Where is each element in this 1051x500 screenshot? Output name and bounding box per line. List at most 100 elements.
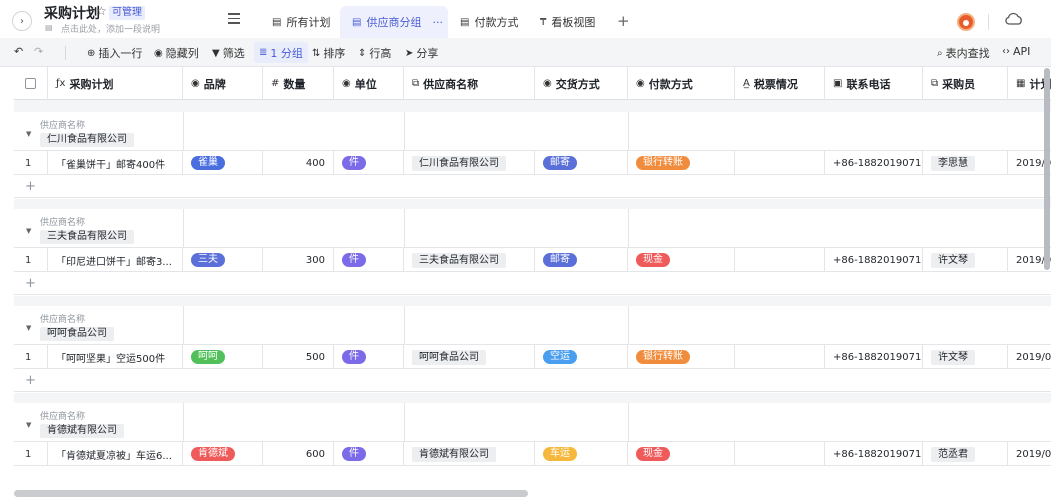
cell-buyer[interactable]: 李思慧 [923, 151, 1008, 175]
cell-buyer[interactable]: 范丞君 [923, 442, 1008, 466]
cell-supplier[interactable]: 肯德斌有限公司 [404, 442, 535, 466]
cell-plan[interactable]: 「肯德斌夏凉被」车运6... [48, 442, 183, 466]
cell-tax[interactable] [735, 345, 825, 369]
redo-icon[interactable]: ↷ [34, 45, 43, 58]
column-header-tax[interactable]: A̲ 税票情况 [735, 67, 825, 100]
horizontal-scrollbar[interactable] [14, 490, 528, 497]
add-row-button[interactable]: + [14, 175, 1051, 198]
sort-button[interactable]: ⇅ 排序 [312, 45, 345, 61]
api-button[interactable]: ‹› API [1002, 45, 1030, 58]
caret-down-icon[interactable]: ▼ [26, 227, 31, 235]
group-header[interactable]: ▼ 供应商名称 三夫食品有限公司 [14, 209, 1051, 248]
add-row-button[interactable]: + [14, 369, 1051, 392]
cell-date[interactable]: 2019/05 [1008, 442, 1051, 466]
row-height-button[interactable]: ⇕ 行高 [358, 45, 391, 61]
column-header-unit[interactable]: ◉ 单位 [334, 67, 404, 100]
cell-brand[interactable]: 三夫 [183, 248, 263, 272]
cell-plan[interactable]: 「呵呵坚果」空运500件 [48, 345, 183, 369]
column-header-qty[interactable]: # 数量 [263, 67, 334, 100]
delivery-tag: 邮寄 [543, 253, 577, 267]
cell-unit[interactable]: 件 [334, 248, 404, 272]
cell-phone[interactable]: +86-18820190712 [825, 248, 923, 272]
menu-icon[interactable] [228, 13, 240, 24]
add-view-button[interactable]: + [617, 12, 630, 30]
hidden-columns-button[interactable]: ◉ 隐藏列 [154, 45, 199, 61]
column-header-brand[interactable]: ◉ 品牌 [183, 67, 263, 100]
cell-delivery[interactable]: 邮寄 [535, 248, 628, 272]
column-header-plan[interactable]: ƒx 采购计划 [48, 67, 183, 100]
cell-brand[interactable]: 雀巢 [183, 151, 263, 175]
add-row-button[interactable]: + [14, 272, 1051, 295]
cell-date[interactable]: 2019/03 [1008, 345, 1051, 369]
table-row[interactable]: 1 「呵呵坚果」空运500件 呵呵 500 件 呵呵食品公司 空运 银行转账 +86-18820… [14, 345, 1051, 369]
cell-quantity[interactable]: 400 [263, 151, 334, 175]
cell-payment[interactable]: 银行转账 [628, 345, 735, 369]
cell-plan[interactable]: 「印尼进口饼干」邮寄3... [48, 248, 183, 272]
code-icon: ‹› [1002, 46, 1010, 57]
column-header-payment[interactable]: ◉ 付款方式 [628, 67, 735, 100]
quantity-text: 400 [305, 157, 325, 169]
share-button[interactable]: ➤ 分享 [405, 45, 438, 61]
undo-icon[interactable]: ↶ [14, 45, 23, 58]
group-header[interactable]: ▼ 供应商名称 肯德斌有限公司 [14, 403, 1051, 442]
description-field[interactable]: 点击此处，添加一段说明 [61, 22, 160, 35]
caret-down-icon[interactable]: ▼ [26, 421, 31, 429]
cloud-sync-icon[interactable] [1004, 12, 1024, 26]
cell-unit[interactable]: 件 [334, 345, 404, 369]
cell-brand[interactable]: 呵呵 [183, 345, 263, 369]
cell-phone[interactable]: +86-18820190712 [825, 345, 923, 369]
group-header[interactable]: ▼ 供应商名称 呵呵食品公司 [14, 306, 1051, 345]
tab-supplier-group[interactable]: ▤ 供应商分组 ··· [340, 6, 448, 38]
cell-quantity[interactable]: 600 [263, 442, 334, 466]
cell-plan[interactable]: 「雀巢饼干」邮寄400件 [48, 151, 183, 175]
caret-down-icon[interactable]: ▼ [26, 130, 31, 138]
formula-icon: ƒx [56, 78, 66, 89]
cell-buyer[interactable]: 许文琴 [923, 345, 1008, 369]
supplier-chip: 肯德斌有限公司 [412, 446, 496, 462]
cell-quantity[interactable]: 500 [263, 345, 334, 369]
tab-payment-method[interactable]: ▤ 付款方式 [452, 6, 528, 38]
find-button[interactable]: ⌕ 表内查找 [937, 45, 990, 61]
cell-supplier[interactable]: 仁川食品有限公司 [404, 151, 535, 175]
cell-supplier[interactable]: 呵呵食品公司 [404, 345, 535, 369]
table-row[interactable]: 1 「肯德斌夏凉被」车运6... 肯德斌 600 件 肯德斌有限公司 车运 现金 +86-188… [14, 442, 1051, 466]
cell-phone[interactable]: +86-18820190712 [825, 151, 923, 175]
more-icon[interactable]: ··· [432, 16, 443, 29]
cell-payment[interactable]: 现金 [628, 442, 735, 466]
cell-unit[interactable]: 件 [334, 442, 404, 466]
cell-brand[interactable]: 肯德斌 [183, 442, 263, 466]
caret-down-icon[interactable]: ▼ [26, 324, 31, 332]
add-row-button[interactable]: + [14, 466, 1051, 470]
tab-all-plans[interactable]: ▤ 所有计划 [264, 6, 338, 38]
cell-delivery[interactable]: 车运 [535, 442, 628, 466]
cell-tax[interactable] [735, 248, 825, 272]
vertical-scrollbar[interactable] [1044, 68, 1050, 270]
cell-buyer[interactable]: 许文琴 [923, 248, 1008, 272]
avatar[interactable] [957, 13, 975, 31]
column-header-delivery[interactable]: ◉ 交货方式 [535, 67, 628, 100]
cell-delivery[interactable]: 邮寄 [535, 151, 628, 175]
cell-tax[interactable] [735, 151, 825, 175]
cell-payment[interactable]: 银行转账 [628, 151, 735, 175]
insert-row-button[interactable]: ⊕ 插入一行 [87, 45, 142, 61]
column-header-supplier[interactable]: ⧉ 供应商名称 [404, 67, 535, 100]
cell-payment[interactable]: 现金 [628, 248, 735, 272]
cell-tax[interactable] [735, 442, 825, 466]
group-header[interactable]: ▼ 供应商名称 仁川食品有限公司 [14, 112, 1051, 151]
group-button[interactable]: ≣ 1 分组 [254, 42, 308, 63]
filter-button[interactable]: ▼ 筛选 [212, 45, 245, 61]
star-icon[interactable]: ☆ [96, 4, 107, 18]
cell-phone[interactable]: +86-18820190712 [825, 442, 923, 466]
cell-delivery[interactable]: 空运 [535, 345, 628, 369]
chevron-right-icon[interactable]: › [12, 11, 32, 31]
table-row[interactable]: 1 「印尼进口饼干」邮寄3... 三夫 300 件 三夫食品有限公司 邮寄 现金 +86-188… [14, 248, 1051, 272]
column-header-buyer[interactable]: ⧉ 采购员 [923, 67, 1008, 100]
tab-kanban[interactable]: ₸ 看板视图 [532, 6, 608, 38]
column-header-phone[interactable]: ▣ 联系电话 [825, 67, 923, 100]
cell-quantity[interactable]: 300 [263, 248, 334, 272]
cell-unit[interactable]: 件 [334, 151, 404, 175]
column-header-label: 交货方式 [555, 77, 600, 91]
table-row[interactable]: 1 「雀巢饼干」邮寄400件 雀巢 400 件 仁川食品有限公司 邮寄 银行转账 +86-188… [14, 151, 1051, 175]
select-all-checkbox[interactable] [25, 78, 36, 89]
cell-supplier[interactable]: 三夫食品有限公司 [404, 248, 535, 272]
